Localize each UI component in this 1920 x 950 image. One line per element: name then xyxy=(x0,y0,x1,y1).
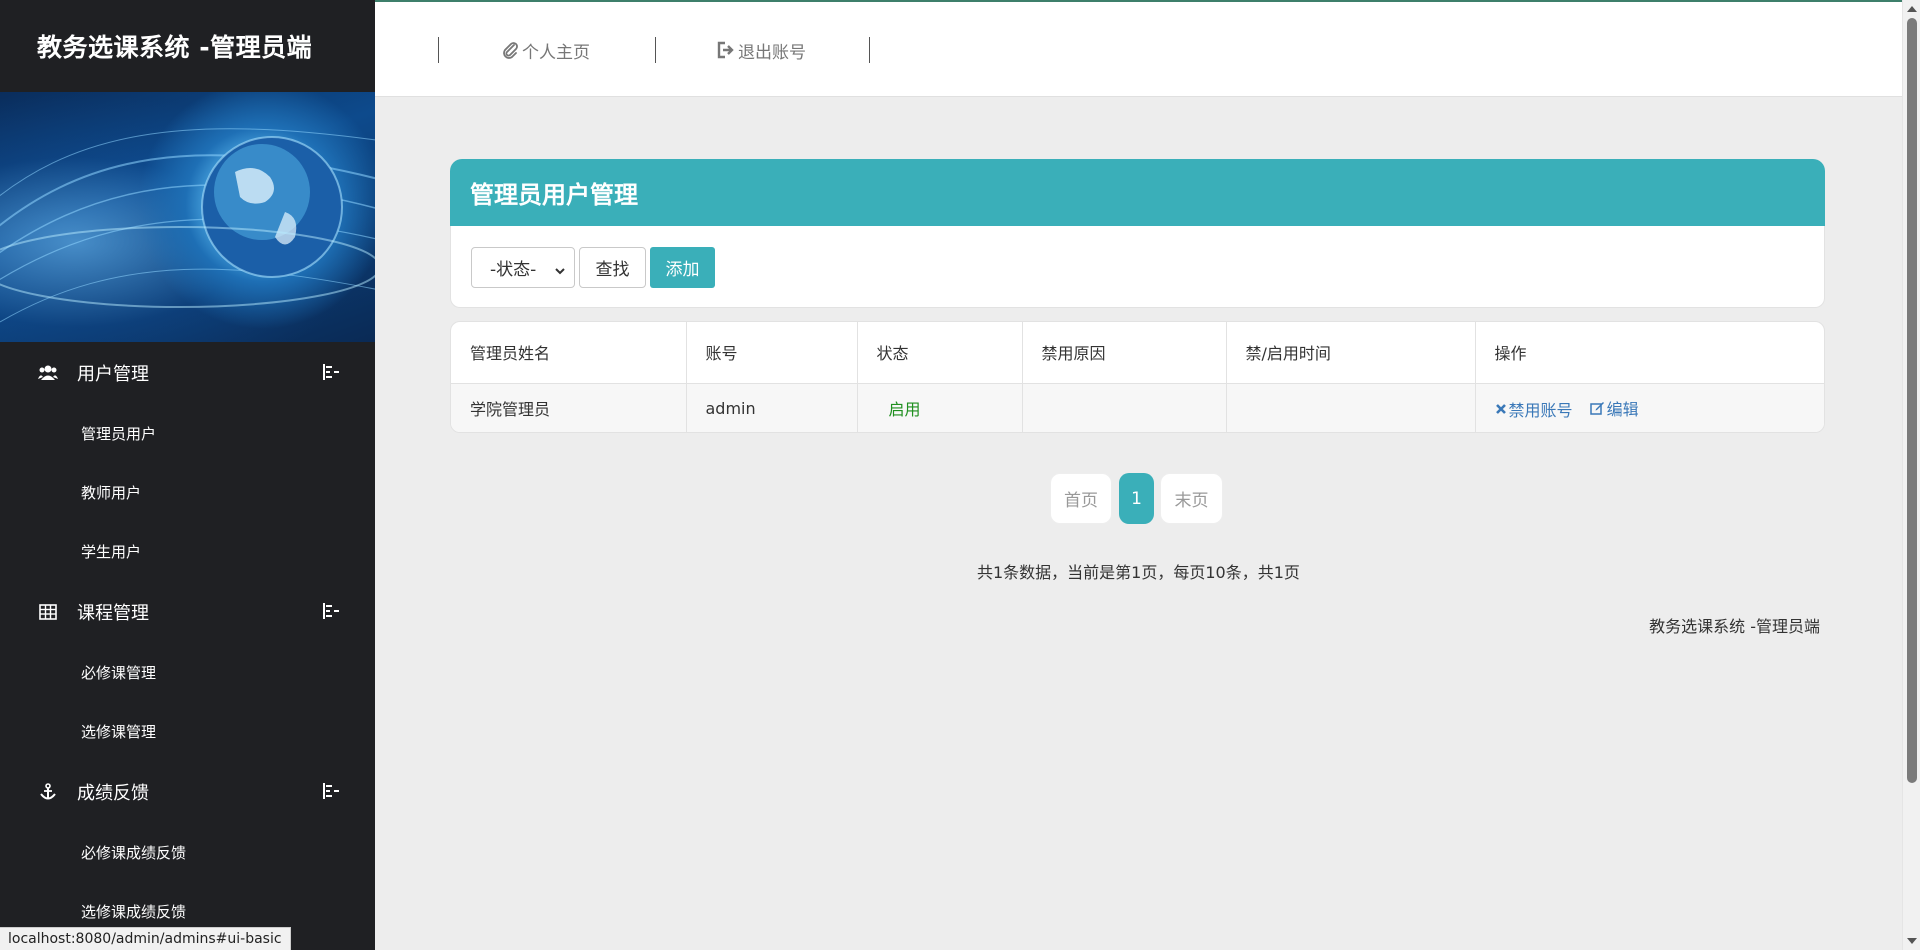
column-header: 禁用原因 xyxy=(1022,322,1227,384)
cell-account: admin xyxy=(686,383,858,432)
divider xyxy=(655,37,656,63)
scrollbar-thumb[interactable] xyxy=(1907,18,1917,783)
logout-link[interactable]: 退出账号 xyxy=(716,37,806,63)
close-icon xyxy=(1495,403,1507,415)
pagination-first[interactable]: 首页 xyxy=(1050,473,1112,524)
sidebar-item-student-users[interactable]: 学生用户 xyxy=(0,522,375,581)
menu-group-label: 成绩反馈 xyxy=(77,783,149,804)
vertical-scrollbar[interactable] xyxy=(1902,0,1920,950)
sidebar-item-admin-users[interactable]: 管理员用户 xyxy=(0,404,375,463)
sidebar: 教务选课系统 -管理员端 用户管理 管理员用户 教师用户 学生用户 课程管理 必… xyxy=(0,0,375,950)
cell-reason xyxy=(1022,383,1227,432)
home-link-label: 个人主页 xyxy=(522,42,590,63)
status-bar-url: localhost:8080/admin/admins#ui-basic xyxy=(0,927,291,950)
filter-bar: -状态- 查找 添加 xyxy=(450,226,1825,308)
sidebar-banner-image xyxy=(0,92,375,342)
column-header: 禁/启用时间 xyxy=(1226,322,1476,384)
collapse-toggle-icon[interactable] xyxy=(321,362,341,382)
chevron-down-icon xyxy=(554,262,566,275)
column-header: 账号 xyxy=(686,322,858,384)
column-header: 操作 xyxy=(1475,322,1824,384)
footer-text: 教务选课系统 -管理员端 xyxy=(1649,617,1820,636)
pagination-last[interactable]: 末页 xyxy=(1160,473,1223,524)
divider xyxy=(438,37,439,63)
column-header: 状态 xyxy=(857,322,1023,384)
divider xyxy=(869,37,870,63)
sign-out-icon xyxy=(716,40,736,60)
cell-status: 启用 xyxy=(857,383,1023,432)
table-header-row: 管理员姓名 账号 状态 禁用原因 禁/启用时间 操作 xyxy=(451,322,1824,384)
search-button[interactable]: 查找 xyxy=(579,247,646,288)
menu-group-course-management[interactable]: 课程管理 xyxy=(0,581,375,643)
paperclip-icon xyxy=(500,40,520,60)
menu-group-user-management[interactable]: 用户管理 xyxy=(0,342,375,404)
brand-title: 教务选课系统 -管理员端 xyxy=(37,33,313,62)
scroll-down-arrow-icon[interactable] xyxy=(1907,938,1917,944)
status-filter-select[interactable]: -状态- xyxy=(471,247,575,288)
disable-account-label: 禁用账号 xyxy=(1508,400,1573,420)
top-header: 个人主页 退出账号 xyxy=(375,0,1902,97)
logout-link-label: 退出账号 xyxy=(738,42,806,63)
home-link[interactable]: 个人主页 xyxy=(500,37,590,63)
table-row: 学院管理员 admin 启用 禁用账号 编辑 xyxy=(451,383,1824,432)
table-icon xyxy=(37,601,59,623)
column-header: 管理员姓名 xyxy=(451,322,687,384)
status-filter-value: -状态- xyxy=(490,260,537,280)
sidebar-item-required-grade-feedback[interactable]: 必修课成绩反馈 xyxy=(0,823,375,882)
users-icon xyxy=(37,362,59,384)
cell-name: 学院管理员 xyxy=(451,383,687,432)
collapse-toggle-icon[interactable] xyxy=(321,601,341,621)
edit-icon xyxy=(1589,401,1605,415)
sidebar-item-teacher-users[interactable]: 教师用户 xyxy=(0,463,375,522)
pagination-page-current[interactable]: 1 xyxy=(1119,473,1154,524)
admin-users-table: 管理员姓名 账号 状态 禁用原因 禁/启用时间 操作 学院管理员 admin 启… xyxy=(450,321,1825,433)
sidebar-item-required-courses[interactable]: 必修课管理 xyxy=(0,643,375,702)
menu-group-label: 课程管理 xyxy=(77,603,149,624)
collapse-toggle-icon[interactable] xyxy=(321,781,341,801)
cell-time xyxy=(1226,383,1476,432)
scroll-up-arrow-icon[interactable] xyxy=(1907,6,1917,12)
edit-link[interactable]: 编辑 xyxy=(1589,396,1639,420)
status-badge: 启用 xyxy=(888,400,921,420)
disable-account-link[interactable]: 禁用账号 xyxy=(1495,397,1573,421)
edit-label: 编辑 xyxy=(1606,399,1639,419)
page-title: 管理员用户管理 xyxy=(450,159,1825,226)
cell-actions: 禁用账号 编辑 xyxy=(1475,383,1824,432)
menu-group-label: 用户管理 xyxy=(77,364,149,385)
anchor-icon xyxy=(37,781,59,803)
sidebar-item-elective-courses[interactable]: 选修课管理 xyxy=(0,702,375,761)
pagination-summary: 共1条数据，当前是第1页，每页10条，共1页 xyxy=(977,563,1300,582)
add-button[interactable]: 添加 xyxy=(650,247,715,288)
menu-group-grade-feedback[interactable]: 成绩反馈 xyxy=(0,761,375,823)
